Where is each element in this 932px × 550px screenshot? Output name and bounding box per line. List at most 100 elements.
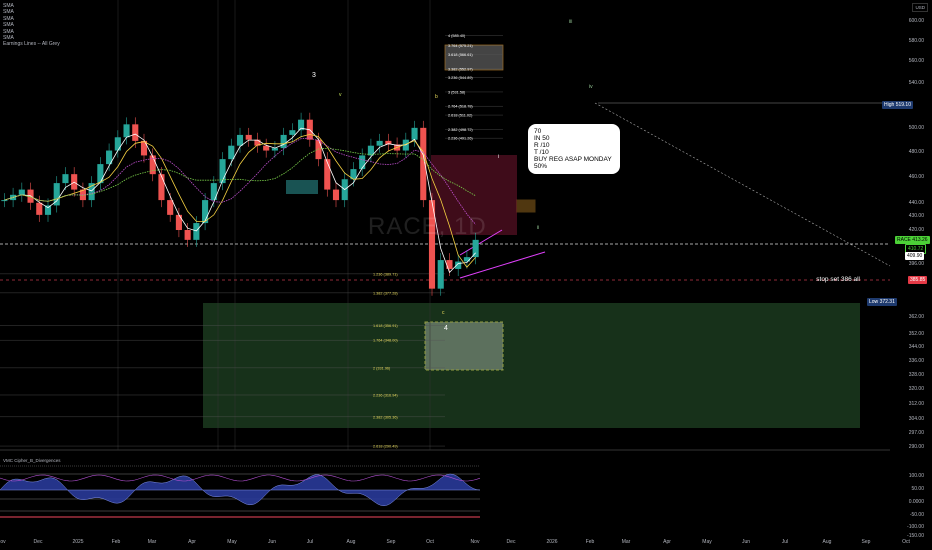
candle-body <box>1 200 8 202</box>
wave-label-c: c <box>442 310 445 316</box>
candle-body <box>62 174 69 184</box>
candle-body <box>289 130 296 135</box>
candle-body <box>184 230 191 240</box>
fib-level-label: 1.618 (356.91) <box>373 324 398 328</box>
price-tick: 430.00 <box>908 213 924 220</box>
teal-box <box>286 180 318 194</box>
time-tick: 2026 <box>546 539 558 545</box>
fib-level-label: 2.764 (518.78) <box>448 105 473 109</box>
price-tick: 540.00 <box>908 79 924 86</box>
fib-level-label: 2.236 (491.26) <box>448 137 473 141</box>
target-zone <box>203 303 860 428</box>
time-tick: Nov <box>470 539 480 545</box>
time-tick: Feb <box>111 539 121 545</box>
candle-body <box>158 174 165 201</box>
time-tick: May <box>227 539 237 545</box>
wave-label-v: v <box>339 92 342 98</box>
candle-body <box>263 145 270 151</box>
osc-tick: 0.0000 <box>908 499 924 505</box>
time-tick: Jul <box>781 539 789 545</box>
wave-label-b: b <box>435 94 438 100</box>
candle-body <box>18 189 25 195</box>
trade-note[interactable]: 70 IN 50 R /10 T /10 BUY REG ASAP MONDAY… <box>528 124 620 174</box>
wave-label-iv: iv <box>589 84 593 90</box>
price-tick: 344.00 <box>908 343 924 350</box>
fib-level-label: 2.236 (316.94) <box>373 393 398 397</box>
fib-level-label: 2.382 (498.72) <box>448 128 473 132</box>
candle-body <box>332 189 340 201</box>
candle-body <box>280 134 287 149</box>
wave-label-ii: ii <box>537 225 540 231</box>
fib-level-label: 3.382 (552.97) <box>448 67 473 71</box>
price-tick: 320.00 <box>908 386 924 393</box>
low-tag: Low 372.31 <box>867 298 897 306</box>
price-tick: 336.00 <box>908 357 924 364</box>
price-tick: 560.00 <box>908 58 924 65</box>
fib-level-label: 1.382 (377.28) <box>373 291 398 295</box>
candle-body <box>446 260 453 269</box>
price-tick: 500.00 <box>908 124 924 131</box>
fib-level-label: 2.382 (305.36) <box>373 415 398 419</box>
time-tick: Dec <box>33 539 43 545</box>
time-tick: Oct <box>426 539 434 545</box>
fib-level-label: 2 (331.96) <box>373 366 391 370</box>
candle-body <box>132 124 139 141</box>
fib-level-label: 3.236 (544.89) <box>448 76 473 80</box>
money-flow-line <box>0 474 481 482</box>
candle-body <box>123 124 130 138</box>
price-tick: 420.00 <box>908 227 924 233</box>
high-tag: High 519.10 <box>882 101 913 109</box>
oscillator-title[interactable]: VMC Cipher_B_Divergences <box>3 458 61 463</box>
currency-button[interactable]: USD <box>912 3 928 12</box>
symbol-watermark: RACE, 1D <box>368 213 487 240</box>
price-chart[interactable]: 4 (585.40) 3.764 (575.21) 3.618 (566.61) 3.… <box>0 0 932 550</box>
candle-body <box>236 134 244 146</box>
time-tick: Dec <box>506 539 516 545</box>
note-line: T /10 <box>534 149 549 156</box>
legend-item[interactable]: Earnings Lines -- All Grey <box>3 41 60 47</box>
time-tick: Mar <box>621 539 631 545</box>
fib-level-label: 2.618 (290.49) <box>373 445 398 449</box>
time-tick: Jun <box>267 539 277 545</box>
candle-body <box>175 214 182 231</box>
price-tick: 290.00 <box>908 444 924 451</box>
orange-box <box>516 199 536 213</box>
time-tick: Apr <box>188 539 196 545</box>
indicator-legend: SMA SMA SMA SMA SMA SMA Earnings Lines -… <box>3 3 60 48</box>
price-tick: 297.00 <box>908 430 924 437</box>
wave-label-4: 4 <box>444 325 448 332</box>
price-tick: 460.00 <box>908 173 924 180</box>
candle-body <box>36 202 43 215</box>
price-tick: 362.00 <box>908 314 924 321</box>
wave-label-iii: iii <box>569 19 573 25</box>
wave-trend-area <box>0 473 481 507</box>
wave-label-3: 3 <box>312 72 316 79</box>
candle-body <box>420 127 427 201</box>
candle-body <box>53 183 60 206</box>
time-tick: Mar <box>147 539 157 545</box>
note-line: R /10 <box>534 142 550 149</box>
price-tick: 312.00 <box>908 401 924 408</box>
price-tick: 352.00 <box>908 330 924 337</box>
time-tick: May <box>702 539 712 545</box>
time-tick: Sep <box>386 539 396 545</box>
osc-tick: 100.00 <box>908 473 924 479</box>
price-tick: 440.00 <box>908 199 924 206</box>
fib-level-label: 3 (531.58) <box>448 90 466 94</box>
osc-tick: -50.00 <box>909 512 924 518</box>
osc-tick: -100.00 <box>907 524 924 530</box>
time-tick: 2025 <box>72 539 84 545</box>
candle-body <box>437 260 444 289</box>
candle-body <box>167 200 174 215</box>
candle-body <box>463 257 470 262</box>
time-tick: Sep <box>861 539 871 545</box>
time-tick: Oct <box>902 539 910 545</box>
price-tick: 396.00 <box>908 261 924 268</box>
time-tick: Aug <box>822 539 832 545</box>
candle-body <box>114 137 121 151</box>
candle-body <box>245 134 252 140</box>
trend-line <box>594 102 891 267</box>
projection-box <box>424 321 504 371</box>
fib-level-label: 3.764 (575.21) <box>448 44 473 48</box>
price-tag-3: 409.90 <box>905 252 925 260</box>
